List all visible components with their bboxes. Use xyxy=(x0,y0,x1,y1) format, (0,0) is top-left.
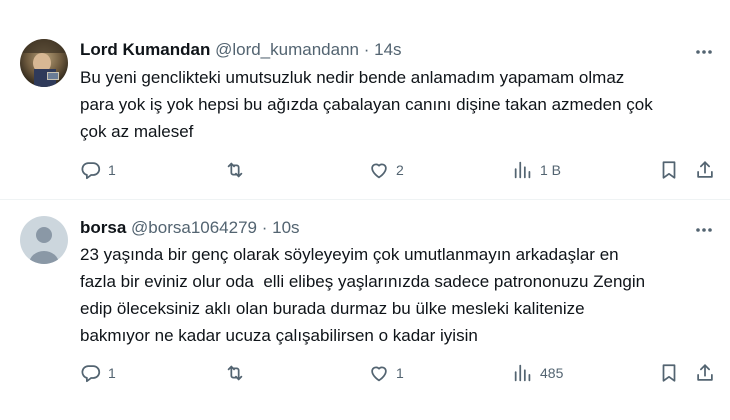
timestamp[interactable]: 14s xyxy=(374,40,401,59)
tweet[interactable]: borsa @borsa1064279 · 10s 23 yaşında bir… xyxy=(0,201,730,420)
avatar[interactable] xyxy=(20,39,68,87)
retweet-icon xyxy=(227,365,243,381)
timestamp[interactable]: 10s xyxy=(272,218,299,237)
like-icon xyxy=(371,366,387,382)
tweet-header: Lord Kumandan @lord_kumandann · 14s xyxy=(80,39,402,61)
default-avatar-icon xyxy=(20,216,68,264)
views-count: 1 B xyxy=(540,162,562,178)
avatar-photo xyxy=(20,39,68,87)
retweet-button[interactable] xyxy=(224,361,252,385)
bookmark-icon xyxy=(662,161,676,179)
bookmark-button[interactable] xyxy=(658,158,680,182)
more-icon xyxy=(696,50,712,54)
bookmark-button[interactable] xyxy=(658,361,680,385)
like-button[interactable]: 1 xyxy=(368,361,404,385)
retweet-icon xyxy=(227,162,243,178)
divider xyxy=(0,199,730,200)
more-icon xyxy=(696,228,712,232)
tweet-header: borsa @borsa1064279 · 10s xyxy=(80,217,300,239)
display-name[interactable]: borsa xyxy=(80,218,126,237)
like-icon xyxy=(371,163,387,179)
share-button[interactable] xyxy=(694,361,716,385)
reply-button[interactable]: 1 xyxy=(80,158,116,182)
like-button[interactable]: 2 xyxy=(368,158,404,182)
views-button[interactable]: 1 B xyxy=(512,158,561,182)
user-handle[interactable]: @borsa1064279 xyxy=(131,218,257,237)
like-count: 1 xyxy=(396,365,404,381)
tweet-text: 23 yaşında bir genç olarak söyleyeyim ço… xyxy=(80,245,646,345)
retweet-button[interactable] xyxy=(224,158,252,182)
bookmark-icon xyxy=(662,364,676,382)
separator: · xyxy=(261,218,268,237)
tweet-actions: 1 1 485 xyxy=(80,361,720,385)
reply-icon xyxy=(81,162,101,180)
display-name[interactable]: Lord Kumandan xyxy=(80,40,210,59)
views-count: 485 xyxy=(540,365,564,381)
share-icon xyxy=(697,161,713,178)
views-icon xyxy=(514,161,531,179)
reply-icon xyxy=(81,365,101,383)
user-handle[interactable]: @lord_kumandann xyxy=(215,40,359,59)
views-button[interactable]: 485 xyxy=(512,361,563,385)
separator: · xyxy=(363,40,370,59)
tweet-actions: 1 2 1 B xyxy=(80,158,720,182)
tweet-text: Bu yeni genclikteki umutsuzluk nedir ben… xyxy=(80,68,653,141)
like-count: 2 xyxy=(396,162,404,178)
reply-count: 1 xyxy=(108,365,116,381)
more-options-button[interactable] xyxy=(694,42,714,62)
views-icon xyxy=(514,364,531,382)
tweet[interactable]: Lord Kumandan @lord_kumandann · 14s Bu y… xyxy=(0,0,730,200)
avatar[interactable] xyxy=(20,216,68,264)
more-options-button[interactable] xyxy=(694,220,714,240)
share-button[interactable] xyxy=(694,158,716,182)
reply-button[interactable]: 1 xyxy=(80,361,116,385)
share-icon xyxy=(697,364,713,381)
reply-count: 1 xyxy=(108,162,116,178)
